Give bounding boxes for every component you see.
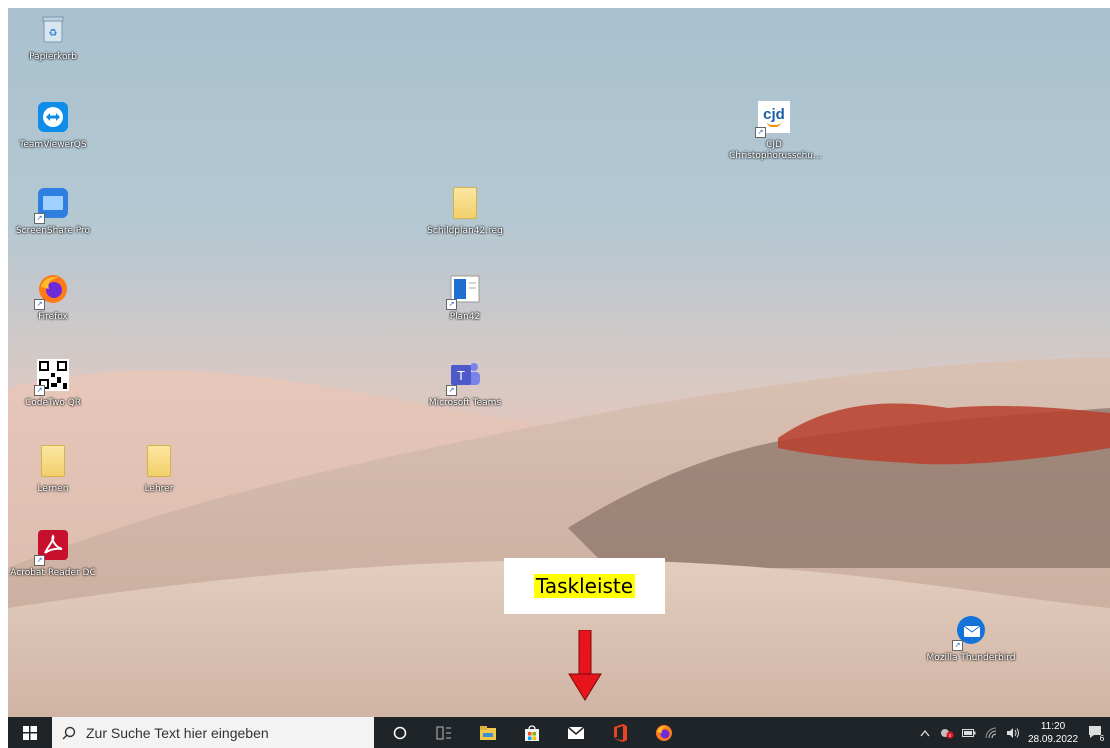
mail-envelope-icon [567,725,585,739]
search-icon [62,726,76,739]
task-view-icon [436,726,451,739]
folder-icon [147,445,171,477]
action-center-button[interactable]: 6 [1082,717,1110,748]
desktop-icon-label: TeamViewerQS [19,140,87,150]
desktop-icon-lernen-folder[interactable]: Lernen [8,444,98,495]
desktop-icon-screenshare[interactable]: ↗ ScreenShare Pro [8,186,98,237]
battery-icon [962,728,976,737]
system-tray: x 11:20 28.09.2022 6 [914,717,1110,748]
task-view-button[interactable] [422,717,466,748]
desktop-icon-teams[interactable]: T ↗ Microsoft Teams [420,358,510,409]
file-explorer-icon [480,725,496,740]
folder-icon [41,445,65,477]
desktop-icon-lehrer-folder[interactable]: Lehrer [114,444,204,495]
taskbar-office[interactable] [598,717,642,748]
start-button[interactable] [8,717,52,748]
desktop-icon-label: CJD Christophorusschu... [729,140,822,161]
wifi-icon [985,727,997,738]
desktop-icon-thunderbird[interactable]: ↗ Mozilla Thunderbird [926,613,1016,664]
cortana-button[interactable] [378,717,422,748]
clock-time: 11:20 [1040,720,1066,732]
chevron-up-icon [920,729,930,736]
firefox-icon [656,724,672,741]
desktop-icon-acrobat[interactable]: ↗ Acrobat Reader DC [8,528,98,579]
clock-date: 28.09.2022 [1027,733,1079,745]
desktop-icon-label: Acrobat Reader DC [10,568,96,578]
desktop-icon-label: CodeTwo QR [24,398,82,408]
teamviewer-icon [38,102,68,132]
svg-text:T: T [457,368,465,383]
desktop-icon-label: Lernen [37,484,69,494]
desktop-icon-label: Mozilla Thunderbird [926,653,1016,663]
taskbar-mail[interactable] [554,717,598,748]
desktop-icon-label: Microsoft Teams [428,398,502,408]
desktop-icon-firefox[interactable]: ↗ Firefox [8,272,98,323]
taskbar: Zur Suche Text hier eingeben x 11:20 28.… [8,717,1110,748]
office-icon [614,723,627,742]
notification-icon: 6 [1089,725,1105,742]
desktop-icon-codetwo-qr[interactable]: ↗ CodeTwo QR [8,358,98,409]
notification-count: 6 [1100,734,1105,742]
taskbar-clock[interactable]: 11:20 28.09.2022 [1024,720,1082,746]
security-alert-icon: x [941,728,954,739]
taskbar-microsoft-store[interactable] [510,717,554,748]
desktop-icon-label: ScreenShare Pro [15,226,91,236]
tray-network[interactable] [980,717,1002,748]
taskbar-firefox[interactable] [642,717,686,748]
desktop-icon-schildplan[interactable]: Schildplan42.reg [420,186,510,237]
annotation-arrow-icon [568,630,602,701]
speaker-icon [1007,727,1019,738]
folder-icon [453,187,477,219]
desktop-icon-plan42[interactable]: ↗ Plan42 [420,272,510,323]
store-bag-icon [525,724,539,741]
show-hidden-icons-button[interactable] [914,717,936,748]
desktop-icon-label: Firefox [38,312,68,322]
search-placeholder: Zur Suche Text hier eingeben [86,724,269,741]
svg-text:♻: ♻ [49,28,58,39]
desktop-icon-label: Papierkorb [29,52,77,62]
taskbar-search-box[interactable]: Zur Suche Text hier eingeben [52,717,374,748]
desktop-icon-label: Lehrer [144,484,174,494]
recycle-bin-icon: ♻ [42,16,64,43]
annotation-label: Taskleiste [533,574,636,598]
desktop-icon-label: Schildplan42.reg [427,226,503,236]
taskbar-file-explorer[interactable] [466,717,510,748]
tray-volume[interactable] [1002,717,1024,748]
windows-logo-icon [23,725,37,740]
annotation-callout: Taskleiste [504,558,665,614]
desktop-icon-teamviewer[interactable]: TeamViewerQS [8,100,98,151]
desktop-icon-recycle-bin[interactable]: ♻ Papierkorb [8,12,98,63]
cortana-circle-icon [393,726,407,739]
desktop-icon-label: Plan42 [449,312,481,322]
desktop-icon-cjd[interactable]: cjd ↗ CJD Christophorusschu... [729,100,822,162]
tray-battery[interactable] [958,717,980,748]
tray-security-status[interactable]: x [936,717,958,748]
